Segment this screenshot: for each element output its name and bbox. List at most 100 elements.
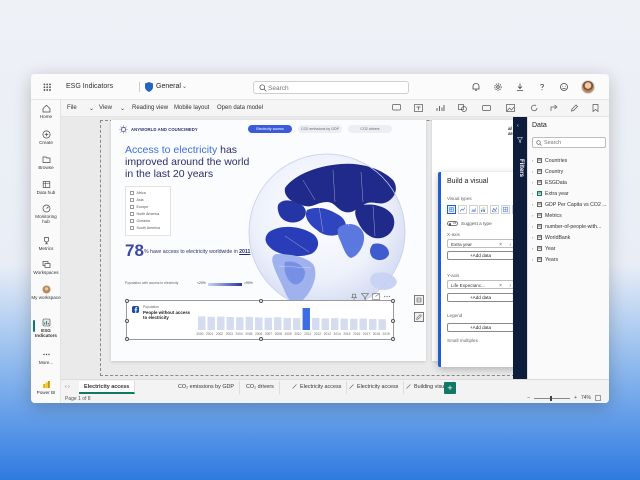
legend-add-data-button[interactable]: +Add data xyxy=(447,323,514,332)
gear-icon[interactable] xyxy=(493,82,503,92)
slicer-bar-selected[interactable] xyxy=(302,308,310,330)
region-option[interactable]: Oceania xyxy=(130,219,150,225)
button-icon[interactable] xyxy=(482,104,491,112)
region-option[interactable]: South America xyxy=(130,226,160,232)
area-chart-icon[interactable] xyxy=(468,205,478,214)
resize-handle[interactable] xyxy=(259,337,263,341)
data-table-years[interactable]: › Years xyxy=(532,255,558,264)
resize-handle[interactable] xyxy=(391,319,395,323)
slicer-bar[interactable] xyxy=(321,318,329,330)
checkbox[interactable] xyxy=(130,219,134,223)
slicer-bar[interactable] xyxy=(255,317,263,330)
rail-item-data-hub[interactable]: Data hub xyxy=(31,180,61,195)
x-axis-field[interactable]: Extra year × › xyxy=(447,239,514,248)
rail-item-monitoring-hub[interactable]: Monitoring hub xyxy=(31,204,61,225)
data-table-esgdata[interactable]: › ESGData xyxy=(532,178,567,187)
app-launcher-icon[interactable] xyxy=(43,83,51,91)
resize-handle[interactable] xyxy=(391,337,395,341)
menu-reading-view[interactable]: Reading view xyxy=(132,105,168,111)
data-table-year[interactable]: › Year xyxy=(532,244,555,253)
data-table-metrics[interactable]: › Metrics xyxy=(532,211,562,220)
chevron-right-icon[interactable]: › xyxy=(509,283,511,289)
region-option[interactable]: North America xyxy=(130,212,159,218)
sensitivity-label[interactable]: General xyxy=(156,83,181,90)
edit-icon[interactable] xyxy=(570,104,579,112)
region-oceania[interactable] xyxy=(370,272,397,290)
slicer-bar[interactable] xyxy=(331,318,339,330)
slicer-bar[interactable] xyxy=(198,316,206,330)
data-search-input[interactable] xyxy=(544,139,604,147)
menu-file[interactable]: File xyxy=(67,105,77,111)
remove-field-icon[interactable]: × xyxy=(499,283,502,289)
data-table-country[interactable]: › Country xyxy=(532,167,563,176)
rail-item-my-workspace[interactable]: My workspace xyxy=(31,285,61,300)
resize-handle[interactable] xyxy=(125,319,129,323)
x-axis-add-data-button[interactable]: +Add data xyxy=(447,251,514,260)
download-icon[interactable] xyxy=(515,82,525,92)
menu-mobile-layout[interactable]: Mobile layout xyxy=(174,105,209,111)
page-tab-co2-drivers[interactable]: CO₂ drivers xyxy=(241,381,280,394)
slicer-bar[interactable] xyxy=(245,316,253,330)
page-tab-co2-emissions-gdp[interactable]: CO₂ emissions by GDP xyxy=(173,381,241,394)
focus-mode-icon[interactable] xyxy=(372,293,381,300)
bookmark-icon[interactable] xyxy=(591,104,600,112)
rail-item-browse[interactable]: Browse xyxy=(31,155,61,170)
slicer-bar[interactable] xyxy=(226,317,234,330)
data-table-gdp-co2[interactable]: › GDP Per Capita vs CO2 ... xyxy=(532,200,607,209)
menu-view-chevron[interactable]: ⌄ xyxy=(120,105,125,112)
add-page-button[interactable]: + xyxy=(444,382,456,394)
checkbox[interactable] xyxy=(130,198,134,202)
image-icon[interactable] xyxy=(506,104,515,112)
slicer-bar[interactable] xyxy=(369,319,377,330)
combo-chart-icon[interactable] xyxy=(479,205,489,214)
search-box[interactable] xyxy=(253,81,409,94)
pin-icon[interactable] xyxy=(350,293,358,300)
visual-icon[interactable] xyxy=(436,104,445,112)
shapes-icon[interactable] xyxy=(458,104,467,112)
slicer-bar[interactable] xyxy=(293,318,301,330)
chevron-down-icon[interactable]: ⌄ xyxy=(182,83,187,90)
zoom-in-button[interactable]: + xyxy=(574,395,577,401)
data-table-countries[interactable]: › Countries xyxy=(532,156,567,165)
zoom-slider-thumb[interactable] xyxy=(550,395,553,401)
share-icon[interactable] xyxy=(550,104,559,112)
resize-handle[interactable] xyxy=(391,299,395,303)
filters-pane-collapsed[interactable]: ‹ Filters xyxy=(513,117,527,379)
line-chart-icon[interactable] xyxy=(457,205,467,214)
slicer-bar[interactable] xyxy=(217,316,225,330)
report-title[interactable]: ESG Indicators xyxy=(66,83,113,90)
user-avatar[interactable] xyxy=(581,80,595,94)
rail-item-powerbi[interactable]: Power BI xyxy=(31,380,61,395)
resize-handle[interactable] xyxy=(125,299,129,303)
page-tab-electricity-access-2[interactable]: Electricity access xyxy=(287,381,348,394)
y-axis-field[interactable]: Life Expectanc... × › xyxy=(447,280,514,289)
year-slicer-visual[interactable]: Population People without access to elec… xyxy=(125,299,395,341)
data-search-box[interactable] xyxy=(532,137,606,148)
bell-icon[interactable] xyxy=(471,82,481,92)
checkbox[interactable] xyxy=(130,191,134,195)
rail-item-home[interactable]: Home xyxy=(31,104,61,119)
rail-item-workspaces[interactable]: Workspaces xyxy=(31,260,61,275)
y-axis-add-data-button[interactable]: +Add data xyxy=(447,293,514,302)
filter-icon[interactable] xyxy=(361,293,370,300)
slicer-bar[interactable] xyxy=(283,317,291,330)
region-option[interactable]: Europe xyxy=(130,205,148,211)
menu-file-chevron[interactable]: ⌄ xyxy=(89,105,94,112)
chevron-left-icon[interactable]: ‹ xyxy=(517,123,519,129)
slicer-bar[interactable] xyxy=(312,317,320,330)
page-tab-electricity-access-3[interactable]: Electricity access xyxy=(344,381,405,394)
report-tab-co2-gdp[interactable]: CO2 emissions by GDP xyxy=(298,125,342,133)
page-tab-electricity-access[interactable]: Electricity access xyxy=(79,381,136,394)
checkbox[interactable] xyxy=(130,205,134,209)
zoom-slider[interactable] xyxy=(534,395,571,401)
format-visual-icon[interactable] xyxy=(414,295,424,305)
suggest-type-toggle[interactable]: Off xyxy=(447,221,458,227)
slicer-bar[interactable] xyxy=(236,317,244,330)
region-option[interactable]: Asia xyxy=(130,198,144,204)
matrix-visual-icon[interactable] xyxy=(500,205,510,214)
rail-item-more[interactable]: More... xyxy=(31,350,61,365)
page-nav-chevrons[interactable]: ‹ › xyxy=(65,384,70,390)
data-table-number-of-people[interactable]: › number-of-people-with... xyxy=(532,222,601,231)
slicer-bar[interactable] xyxy=(274,317,282,330)
search-input[interactable] xyxy=(268,83,403,93)
